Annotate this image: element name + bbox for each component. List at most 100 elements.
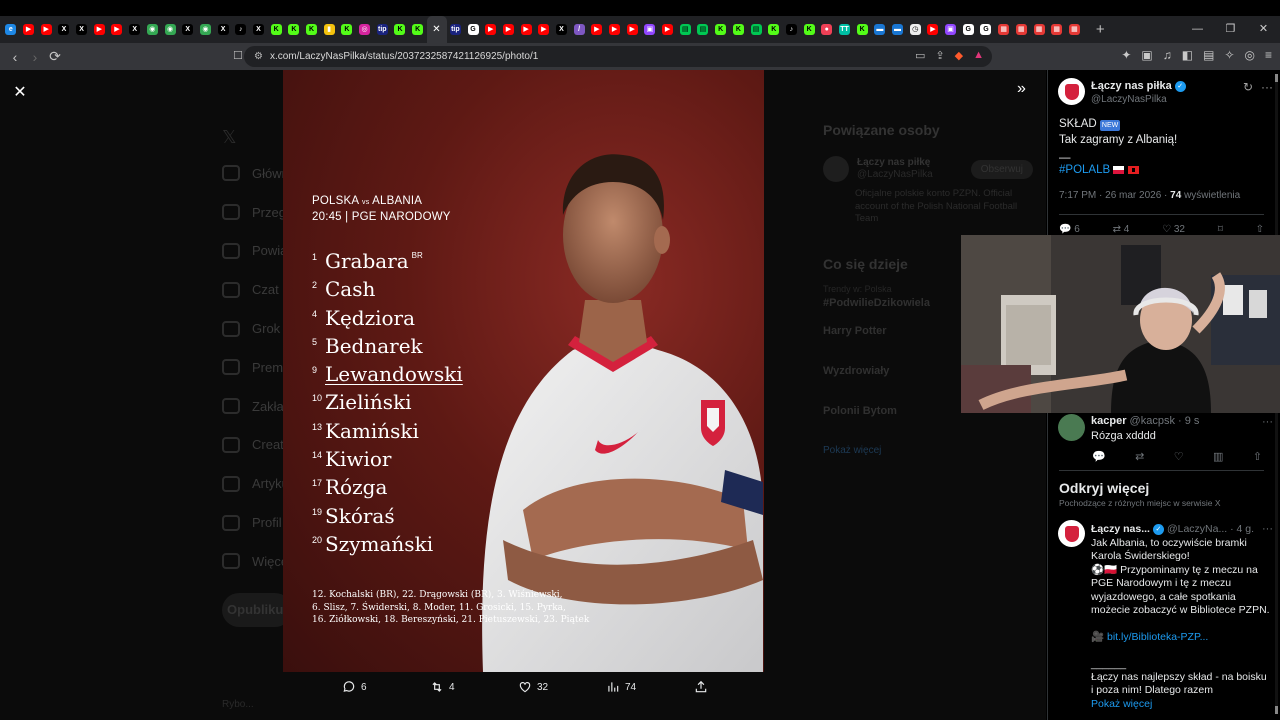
browser-tab[interactable]: G xyxy=(959,16,977,43)
hashtag-link[interactable]: #POLALB xyxy=(1059,164,1110,176)
media-icon[interactable]: ♫ xyxy=(1163,48,1172,62)
browser-tab[interactable]: ▶ xyxy=(623,16,641,43)
browser-tab[interactable]: ▶ xyxy=(90,16,108,43)
avatar[interactable] xyxy=(1058,78,1085,105)
minimize-button[interactable]: — xyxy=(1181,16,1214,43)
browser-tab[interactable]: ◎ xyxy=(356,16,374,43)
close-window-button[interactable]: ✕ xyxy=(1247,16,1280,43)
grok-icon[interactable]: ↻ xyxy=(1243,80,1253,94)
extensions-icon[interactable]: ✦ xyxy=(1121,48,1131,62)
browser-tab[interactable]: ♪ xyxy=(783,16,801,43)
browser-tab[interactable]: K xyxy=(853,16,871,43)
reply-icon[interactable]: 💬 xyxy=(1092,450,1106,463)
browser-tab[interactable]: ▶ xyxy=(108,16,126,43)
reply-author[interactable]: kacper xyxy=(1091,415,1126,427)
browser-tab[interactable]: ▤ xyxy=(676,16,694,43)
reply-stat[interactable]: 💬 6 xyxy=(1059,224,1080,235)
forward-icon[interactable]: › xyxy=(25,49,45,65)
more-icon[interactable]: ··· xyxy=(1261,80,1273,94)
browser-tab[interactable]: ◷ xyxy=(906,16,924,43)
more-icon[interactable]: ··· xyxy=(1262,523,1273,535)
bookmark-icon[interactable]: ⌑ xyxy=(1218,224,1223,235)
vpn-icon[interactable]: ◎ xyxy=(1245,48,1255,62)
browser-tab[interactable]: K xyxy=(409,16,427,43)
cast-icon[interactable]: ▭ xyxy=(915,49,925,62)
author-name[interactable]: Łączy nas piłka xyxy=(1091,80,1172,92)
reload-icon[interactable]: ⟳ xyxy=(45,48,65,65)
browser-tab[interactable]: K xyxy=(285,16,303,43)
browser-tab[interactable]: e xyxy=(2,16,20,43)
browser-tab[interactable]: ▦ xyxy=(1066,16,1084,43)
browser-tab[interactable]: ▮ xyxy=(320,16,338,43)
browser-tab[interactable]: X xyxy=(250,16,268,43)
menu-icon[interactable]: ≡ xyxy=(1265,48,1272,62)
share-icon[interactable]: ⇧ xyxy=(1253,450,1262,463)
retweet-button[interactable]: 4 xyxy=(430,680,518,694)
browser-tab[interactable]: ◉ xyxy=(197,16,215,43)
browser-tab[interactable]: ▬ xyxy=(889,16,907,43)
post-author-line[interactable]: Łączy nas... ✓ @LaczyNa... · 4 g. xyxy=(1091,523,1254,535)
browser-tab[interactable]: ▶ xyxy=(606,16,624,43)
browser-tab[interactable]: tip xyxy=(373,16,391,43)
browser-tab[interactable]: / xyxy=(570,16,588,43)
browser-tab[interactable]: K xyxy=(338,16,356,43)
heart-icon[interactable]: ♡ xyxy=(1174,450,1184,463)
browser-tab[interactable]: ▣ xyxy=(942,16,960,43)
reply-author-line[interactable]: kacper @kacpsk · 9 s xyxy=(1091,415,1199,427)
browser-tab[interactable]: K xyxy=(800,16,818,43)
browser-tab[interactable]: ▶ xyxy=(482,16,500,43)
browser-tab[interactable]: X xyxy=(73,16,91,43)
share-button[interactable] xyxy=(694,680,782,694)
browser-tab[interactable]: K xyxy=(303,16,321,43)
ai-icon[interactable]: ✧ xyxy=(1224,48,1234,62)
reply-handle[interactable]: @kacpsk · 9 s xyxy=(1130,415,1200,427)
browser-tab[interactable]: K xyxy=(730,16,748,43)
browser-tab[interactable]: ▣ xyxy=(641,16,659,43)
reply-button[interactable]: 6 xyxy=(342,680,430,694)
browser-tab[interactable]: TT xyxy=(836,16,854,43)
browser-tab[interactable]: ▬ xyxy=(871,16,889,43)
browser-tab[interactable]: ▤ xyxy=(694,16,712,43)
author-handle[interactable]: @LaczyNasPilka xyxy=(1091,94,1167,105)
post-link[interactable]: bit.ly/Biblioteka-PZP... xyxy=(1107,631,1208,643)
browser-tab[interactable]: ▦ xyxy=(1013,16,1031,43)
brave-rewards-icon[interactable]: ▲ xyxy=(973,49,984,62)
post-handle[interactable]: @LaczyNa... · 4 g. xyxy=(1167,523,1254,535)
brave-shield-icon[interactable]: ◆ xyxy=(955,49,963,62)
url-text[interactable]: x.com/LaczyNasPilka/status/2037232587421… xyxy=(270,51,538,62)
author-name-line[interactable]: Łączy nas piłka ✓ xyxy=(1091,80,1186,92)
browser-tab[interactable]: tip xyxy=(447,16,465,43)
omnibox[interactable]: ☐ ⚙ x.com/LaczyNasPilka/status/203723258… xyxy=(233,46,992,67)
site-info-icon[interactable]: ⚙ xyxy=(254,51,263,62)
browser-tab[interactable]: K xyxy=(391,16,409,43)
views-button[interactable]: 74 xyxy=(606,680,694,694)
share-stat-icon[interactable]: ⇧ xyxy=(1256,224,1264,235)
browser-tab[interactable]: G xyxy=(464,16,482,43)
bookmark-icon[interactable]: ☐ xyxy=(233,49,243,62)
avatar[interactable] xyxy=(1058,520,1085,547)
browser-tab[interactable]: ● xyxy=(818,16,836,43)
browser-tab[interactable]: ▤ xyxy=(747,16,765,43)
like-stat[interactable]: ♡ 32 xyxy=(1162,224,1185,235)
active-tab[interactable]: ✕ xyxy=(426,16,447,43)
browser-tab[interactable]: ▶ xyxy=(37,16,55,43)
browser-tab[interactable]: K xyxy=(712,16,730,43)
browser-tab[interactable]: X xyxy=(179,16,197,43)
browser-tab[interactable]: ▶ xyxy=(659,16,677,43)
wallet-icon[interactable]: ▤ xyxy=(1203,48,1214,62)
browser-tab[interactable]: ▦ xyxy=(1048,16,1066,43)
browser-tab[interactable]: ▦ xyxy=(995,16,1013,43)
expand-panel-icon[interactable]: » xyxy=(1017,80,1026,98)
browser-tab[interactable]: ▦ xyxy=(1030,16,1048,43)
screenshot-icon[interactable]: ▣ xyxy=(1141,48,1152,62)
like-button[interactable]: 32 xyxy=(518,680,606,694)
views-icon[interactable]: ▥ xyxy=(1213,450,1223,463)
browser-tab[interactable]: K xyxy=(765,16,783,43)
new-tab-button[interactable]: + xyxy=(1091,21,1109,38)
show-more-link[interactable]: Pokaż więcej xyxy=(1091,698,1152,710)
browser-tab[interactable]: X xyxy=(553,16,571,43)
browser-tab[interactable]: X xyxy=(214,16,232,43)
close-viewer-icon[interactable]: ✕ xyxy=(12,82,28,102)
browser-tab[interactable]: ▶ xyxy=(588,16,606,43)
share-icon[interactable]: ⇪ xyxy=(935,49,944,62)
